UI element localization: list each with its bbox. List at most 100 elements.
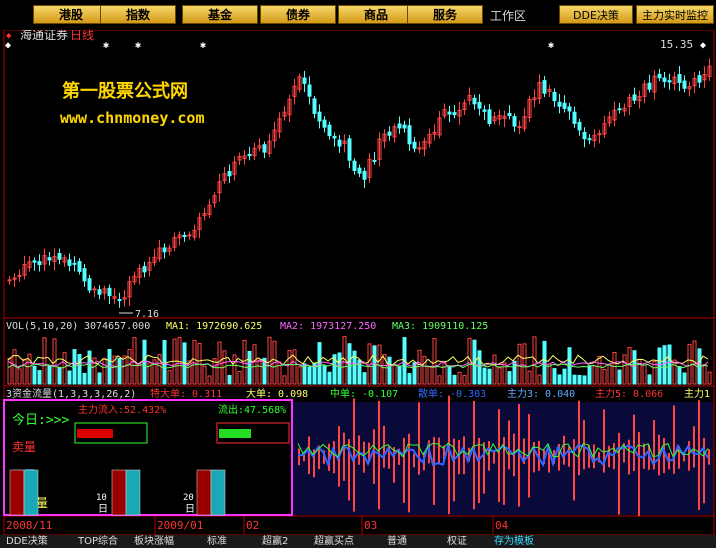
volume-bar bbox=[657, 347, 662, 385]
candle-body bbox=[32, 260, 37, 263]
volume-bar bbox=[622, 354, 627, 385]
candle-body bbox=[107, 287, 112, 297]
volume-bar bbox=[42, 337, 47, 385]
main-flow-panel: 主力流入:52.432% 流出:47.568% 今日:>>> 卖量 买量 卖出量… bbox=[3, 399, 293, 516]
low-price-label: 7.16 bbox=[135, 309, 159, 320]
candle-body bbox=[362, 170, 367, 180]
volume-bar bbox=[702, 363, 707, 385]
volume-bar bbox=[607, 364, 612, 385]
tab-save-template[interactable]: 存为模板 bbox=[494, 535, 534, 548]
main-force-monitor-button[interactable]: 主力实时监控 bbox=[636, 5, 714, 24]
commodity-button[interactable]: 商品 bbox=[338, 5, 414, 24]
index-button[interactable]: 指数 bbox=[100, 5, 176, 24]
candle-body bbox=[617, 108, 622, 111]
hk-stock-button[interactable]: 港股 bbox=[33, 5, 109, 24]
candle-body bbox=[337, 139, 342, 147]
service-button[interactable]: 服务 bbox=[407, 5, 483, 24]
volume-bar bbox=[512, 360, 517, 385]
svg-text:✱: ✱ bbox=[103, 40, 109, 51]
volume-bar bbox=[322, 365, 327, 385]
volume-bar bbox=[242, 339, 247, 385]
dde-decision-button[interactable]: DDE决策 bbox=[559, 5, 633, 24]
candle-body bbox=[512, 116, 517, 127]
volume-bar bbox=[37, 370, 42, 385]
volume-bar bbox=[197, 342, 202, 385]
candle-body bbox=[372, 159, 377, 162]
tab-chaoying2[interactable]: 超赢2 bbox=[262, 535, 288, 548]
tab-normal[interactable]: 普通 bbox=[387, 535, 407, 548]
candle-body bbox=[697, 75, 702, 83]
tab-buypoint[interactable]: 超赢买点 bbox=[314, 535, 354, 548]
volume-bar bbox=[82, 372, 87, 385]
high-price-label: 15.35 bbox=[660, 38, 693, 51]
volume-bar bbox=[67, 370, 72, 385]
candle-body bbox=[677, 74, 682, 83]
candle-body bbox=[482, 109, 487, 112]
candle-body bbox=[227, 171, 232, 177]
candle-body bbox=[577, 121, 582, 131]
volume-bar bbox=[687, 343, 692, 385]
candle-body bbox=[647, 82, 652, 90]
volume-bar bbox=[257, 359, 262, 385]
candle-body bbox=[477, 101, 482, 109]
svg-text:◆: ◆ bbox=[5, 40, 11, 51]
candle-body bbox=[262, 144, 267, 153]
volume-bar bbox=[617, 369, 622, 385]
candle-body bbox=[402, 124, 407, 129]
watermark-title: 第一股票公式网 bbox=[62, 80, 188, 102]
candle-body bbox=[447, 111, 452, 115]
top-toolbar: 港股 指数 基金 债券 商品 服务 工作区 DDE决策 主力实时监控 bbox=[0, 0, 716, 30]
volume-bar bbox=[232, 354, 237, 385]
day10-char: 日 bbox=[98, 504, 108, 515]
candle-body bbox=[487, 109, 492, 125]
bond-button[interactable]: 债券 bbox=[260, 5, 336, 24]
period-label: 日线 bbox=[70, 30, 94, 42]
candle-body bbox=[97, 289, 102, 295]
tab-standard[interactable]: 标准 bbox=[207, 535, 227, 548]
volume-bar bbox=[682, 372, 687, 385]
volume-bar bbox=[482, 367, 487, 385]
candle-body bbox=[72, 262, 77, 265]
candle-body bbox=[657, 73, 662, 79]
volume-bars bbox=[7, 336, 712, 385]
candle-body bbox=[407, 125, 412, 145]
candle-body bbox=[92, 288, 97, 291]
candle-body bbox=[507, 112, 512, 117]
candle-body bbox=[247, 153, 252, 157]
svg-text:✱: ✱ bbox=[548, 40, 554, 51]
outflow-label: 流出:47.568% bbox=[218, 403, 286, 416]
candle-body bbox=[582, 132, 587, 140]
candle-body bbox=[327, 124, 332, 137]
candle-body bbox=[472, 97, 477, 105]
event-markers: ◆ ✱ ✱ ✱ ✱ ◆ bbox=[5, 40, 706, 51]
volume-bar bbox=[57, 366, 62, 385]
candle-body bbox=[517, 126, 522, 129]
volume-bar bbox=[162, 340, 167, 385]
tab-warrant[interactable]: 权证 bbox=[447, 535, 467, 548]
volume-bar bbox=[662, 345, 667, 385]
fund-button[interactable]: 基金 bbox=[182, 5, 258, 24]
date-label-0: 2008/11 bbox=[6, 519, 52, 532]
flow-zhongdan: 中单: -0.107 bbox=[330, 387, 398, 400]
day20-label: 20 bbox=[183, 493, 194, 503]
volume-bar bbox=[457, 371, 462, 385]
candle-body bbox=[307, 84, 312, 97]
workzone-label[interactable]: 工作区 bbox=[490, 7, 526, 24]
day20-char: 日 bbox=[185, 504, 195, 515]
kline-chart-area[interactable]: ◆ 海通证券 日线 ◆ ✱ ✱ ✱ ✱ ◆ 第一股票公式网 www.chnmon… bbox=[0, 30, 716, 535]
candle-body bbox=[37, 261, 42, 266]
date-label-3: 03 bbox=[364, 519, 377, 532]
volume-bar bbox=[462, 375, 467, 385]
flow-dadan: 大单: 0.098 bbox=[246, 387, 308, 400]
tab-sector[interactable]: 板块涨幅 bbox=[134, 535, 174, 548]
volume-bar bbox=[632, 350, 637, 385]
volume-bar bbox=[307, 366, 312, 385]
tab-top[interactable]: TOP综合 bbox=[78, 535, 118, 548]
volume-bar bbox=[707, 371, 712, 385]
volume-bar bbox=[447, 365, 452, 385]
date-label-2: 02 bbox=[246, 519, 259, 532]
tab-dde[interactable]: DDE决策 bbox=[6, 535, 48, 548]
svg-text:✱: ✱ bbox=[135, 40, 141, 51]
inflow-fill bbox=[77, 429, 113, 438]
volume-bar bbox=[557, 374, 562, 385]
